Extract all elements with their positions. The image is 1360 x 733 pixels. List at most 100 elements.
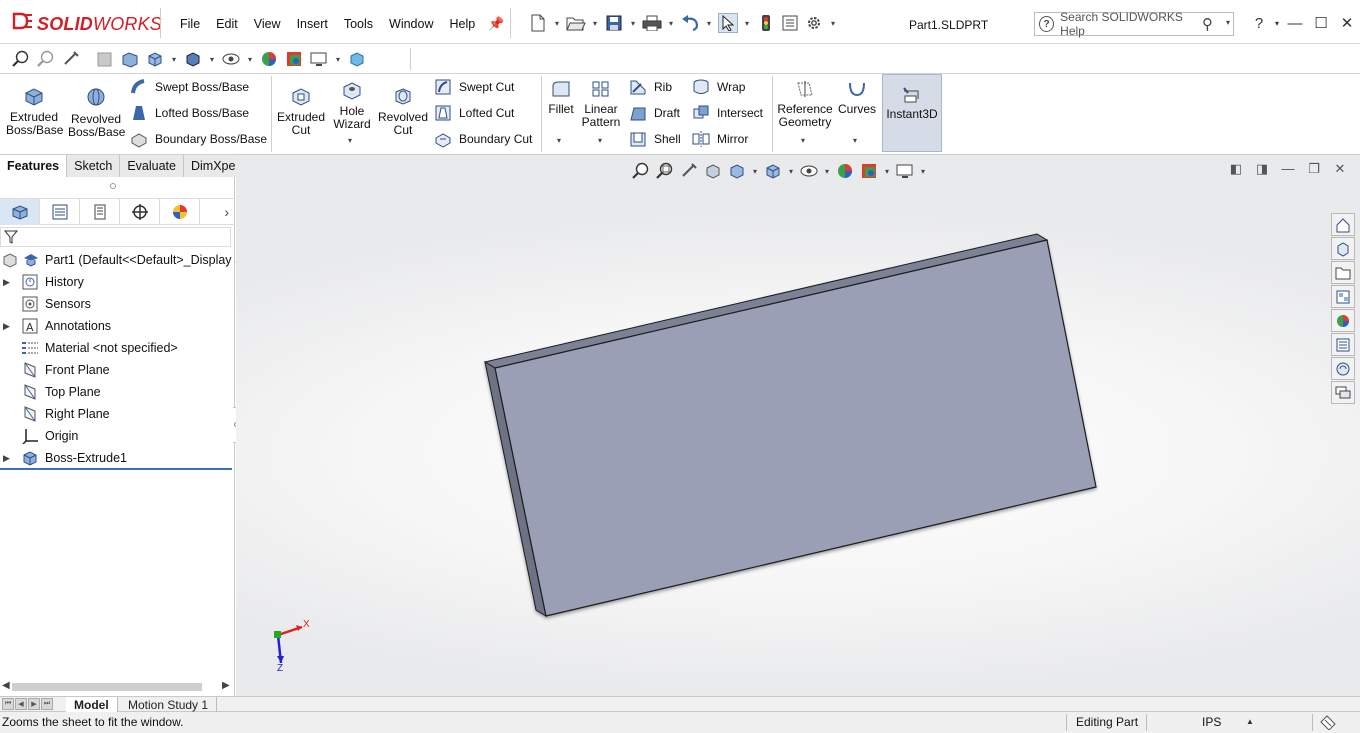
menu-insert[interactable]: Insert <box>289 17 336 31</box>
first-tab-icon[interactable]: ⏮ <box>2 698 14 710</box>
options-gear-icon[interactable] <box>804 13 824 33</box>
new-document-icon[interactable] <box>528 13 548 33</box>
tree-item-front-plane[interactable]: Front Plane <box>0 359 235 381</box>
dimxpert-manager-tab[interactable] <box>120 199 160 225</box>
tab-features[interactable]: Features <box>0 155 68 177</box>
save-dropdown-icon[interactable]: ▾ <box>628 19 638 28</box>
linear-pattern-button[interactable]: Linear Pattern <box>580 80 622 129</box>
tab-model[interactable]: Model <box>66 697 118 712</box>
close-icon[interactable]: ✕ <box>1334 14 1360 32</box>
tree-item-top-plane[interactable]: Top Plane <box>0 381 235 403</box>
reference-geometry-dropdown-icon[interactable]: ▾ <box>801 136 805 145</box>
curves-dropdown-icon[interactable]: ▾ <box>853 136 857 145</box>
open-dropdown-icon[interactable]: ▾ <box>590 19 600 28</box>
extruded-boss-button[interactable]: Extruded Boss/Base <box>6 86 63 137</box>
menu-edit[interactable]: Edit <box>208 17 246 31</box>
cube-view-icon[interactable] <box>346 48 368 70</box>
revolved-cut-button[interactable]: Revolved Cut <box>378 86 428 137</box>
panel-splitter-handle[interactable] <box>110 183 116 189</box>
expand-arrow-icon[interactable]: ▶ <box>3 277 10 288</box>
hole-wizard-dropdown-icon[interactable]: ▾ <box>348 136 352 145</box>
menu-tools[interactable]: Tools <box>336 17 381 31</box>
orientation-dropdown-icon[interactable]: ▾ <box>169 55 179 64</box>
feature-manager-tab[interactable] <box>0 199 40 225</box>
print-icon[interactable] <box>642 13 662 33</box>
save-icon[interactable] <box>604 13 624 33</box>
swept-cut-button[interactable]: Swept Cut <box>433 76 514 98</box>
menu-file[interactable]: File <box>172 17 208 31</box>
design-library-icon[interactable] <box>1331 237 1355 260</box>
prev-tab-icon[interactable]: ◀ <box>15 698 27 710</box>
scroll-right-icon[interactable]: ▶ <box>222 680 230 691</box>
select-dropdown-icon[interactable]: ▾ <box>742 19 752 28</box>
chat-feedback-icon[interactable] <box>1331 381 1355 404</box>
help-button[interactable]: ? <box>1246 15 1272 32</box>
tree-item-right-plane[interactable]: Right Plane <box>0 403 235 425</box>
hole-wizard-button[interactable]: Hole Wizard <box>329 80 375 131</box>
appearances-scenes-icon[interactable] <box>1331 309 1355 332</box>
curves-button[interactable]: Curves <box>838 80 876 116</box>
customize-status-icon[interactable] <box>1319 714 1337 733</box>
rollback-bar[interactable] <box>0 468 232 470</box>
next-tab-icon[interactable]: ▶ <box>28 698 40 710</box>
file-properties-icon[interactable] <box>780 13 800 33</box>
wrap-button[interactable]: Wrap <box>691 76 745 98</box>
linear-pattern-dropdown-icon[interactable]: ▾ <box>598 136 602 145</box>
edit-appearance-icon[interactable] <box>258 48 280 70</box>
tab-evaluate[interactable]: Evaluate <box>120 155 184 177</box>
apply-scene-icon[interactable] <box>283 48 305 70</box>
extruded-cut-button[interactable]: Extruded Cut <box>275 86 327 137</box>
menu-help[interactable]: Help <box>442 17 484 31</box>
revolved-boss-button[interactable]: Revolved Boss/Base <box>68 86 125 139</box>
help-dropdown-icon[interactable]: ▾ <box>1272 19 1282 28</box>
search-dropdown-icon[interactable]: ▾ <box>1226 18 1230 27</box>
zoom-to-fit-icon[interactable] <box>10 48 32 70</box>
pin-menu-icon[interactable]: 📌 <box>488 16 504 32</box>
view-orientation-icon[interactable] <box>144 48 166 70</box>
scroll-thumb[interactable] <box>12 683 202 691</box>
rib-button[interactable]: Rib <box>628 76 672 98</box>
hide-show-items-icon[interactable] <box>220 48 242 70</box>
tree-item-sensors[interactable]: Sensors <box>0 293 235 315</box>
boundary-cut-button[interactable]: Boundary Cut <box>433 128 532 150</box>
tab-motion-study-1[interactable]: Motion Study 1 <box>120 697 218 712</box>
maximize-icon[interactable]: ☐ <box>1308 14 1334 32</box>
scroll-left-icon[interactable]: ◀ <box>2 680 10 691</box>
solidworks-forum-icon[interactable] <box>1331 357 1355 380</box>
hide-show-dropdown-icon[interactable]: ▾ <box>245 55 255 64</box>
view-settings-dropdown-icon[interactable]: ▾ <box>333 55 343 64</box>
fillet-dropdown-icon[interactable]: ▾ <box>557 136 561 145</box>
reference-geometry-button[interactable]: Reference Geometry <box>776 80 834 129</box>
previous-view-icon[interactable] <box>60 48 82 70</box>
view-settings-icon[interactable] <box>308 48 330 70</box>
instant3d-button[interactable]: Instant3D <box>882 74 942 152</box>
view-palette-icon[interactable] <box>1331 285 1355 308</box>
draft-button[interactable]: Draft <box>628 102 680 124</box>
custom-properties-icon[interactable] <box>1331 333 1355 356</box>
fillet-button[interactable]: Fillet <box>545 80 577 116</box>
boundary-boss-button[interactable]: Boundary Boss/Base <box>129 128 267 150</box>
horizontal-scrollbar[interactable]: ◀ ▶ <box>0 679 235 695</box>
expand-arrow-icon[interactable]: ▶ <box>3 453 10 464</box>
tree-item-origin[interactable]: Origin <box>0 425 235 447</box>
tree-root-part[interactable]: Part1 (Default<<Default>_Display S <box>0 249 243 271</box>
lofted-cut-button[interactable]: Lofted Cut <box>433 102 514 124</box>
property-manager-tab[interactable] <box>40 199 80 225</box>
undo-dropdown-icon[interactable]: ▾ <box>704 19 714 28</box>
options-dropdown-icon[interactable]: ▾ <box>828 19 838 28</box>
units-selector[interactable]: IPS <box>1202 715 1221 729</box>
configuration-manager-tab[interactable] <box>80 199 120 225</box>
undo-icon[interactable] <box>680 13 700 33</box>
more-tabs-chevron-icon[interactable]: › <box>224 199 229 224</box>
search-help-field[interactable]: ? Search SOLIDWORKS Help ⚲ ▾ <box>1034 10 1234 38</box>
menu-window[interactable]: Window <box>381 17 441 31</box>
shell-button[interactable]: Shell <box>628 128 681 150</box>
select-pointer-icon[interactable] <box>718 13 738 33</box>
tree-item-boss-extrude1[interactable]: ▶ Boss-Extrude1 <box>0 447 235 469</box>
search-icon[interactable]: ⚲ <box>1202 15 1213 33</box>
tree-item-material[interactable]: Material <not specified> <box>0 337 235 359</box>
graphics-area[interactable]: ▾ ▾ ▾ ▾ ▾ ◧ ◨ — ❐ ✕ X Z <box>236 155 1360 696</box>
tree-item-annotations[interactable]: ▶ A Annotations <box>0 315 235 337</box>
zoom-to-area-icon[interactable] <box>35 48 57 70</box>
dynamic-annotation-icon[interactable] <box>119 48 141 70</box>
